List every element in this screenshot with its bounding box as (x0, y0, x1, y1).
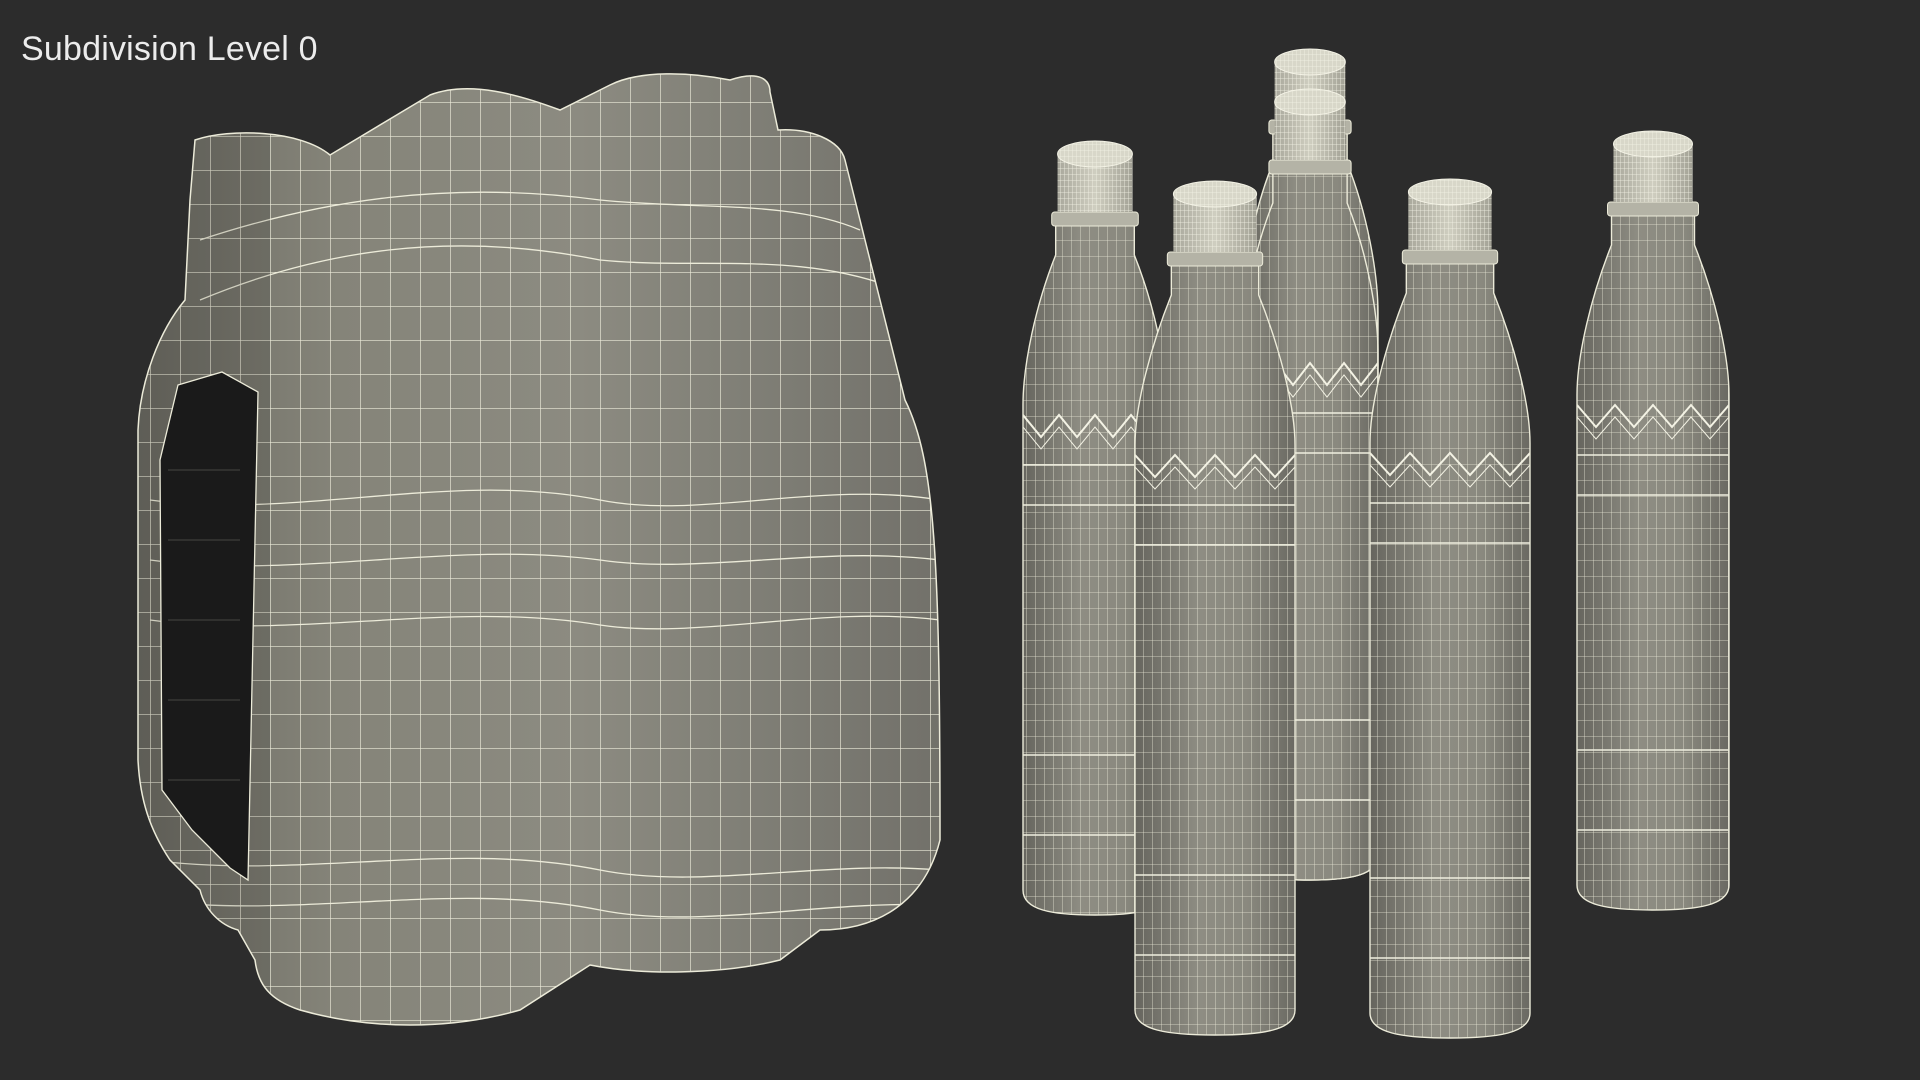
shrink-wrap-pack (137, 73, 941, 1026)
bottle-cap (1057, 140, 1133, 212)
viewport: Subdivision Level 0 (0, 0, 1920, 1080)
bottle (1576, 130, 1730, 911)
bottle (1369, 178, 1531, 1039)
bottle-cap (1407, 178, 1493, 250)
bottle-group (1022, 48, 1730, 1039)
bottle-cap (1612, 130, 1694, 202)
wireframe-scene (137, 48, 1730, 1039)
pack-handle-hole (159, 371, 259, 882)
bottle-cap (1274, 88, 1346, 160)
bottle-cap (1172, 180, 1258, 252)
